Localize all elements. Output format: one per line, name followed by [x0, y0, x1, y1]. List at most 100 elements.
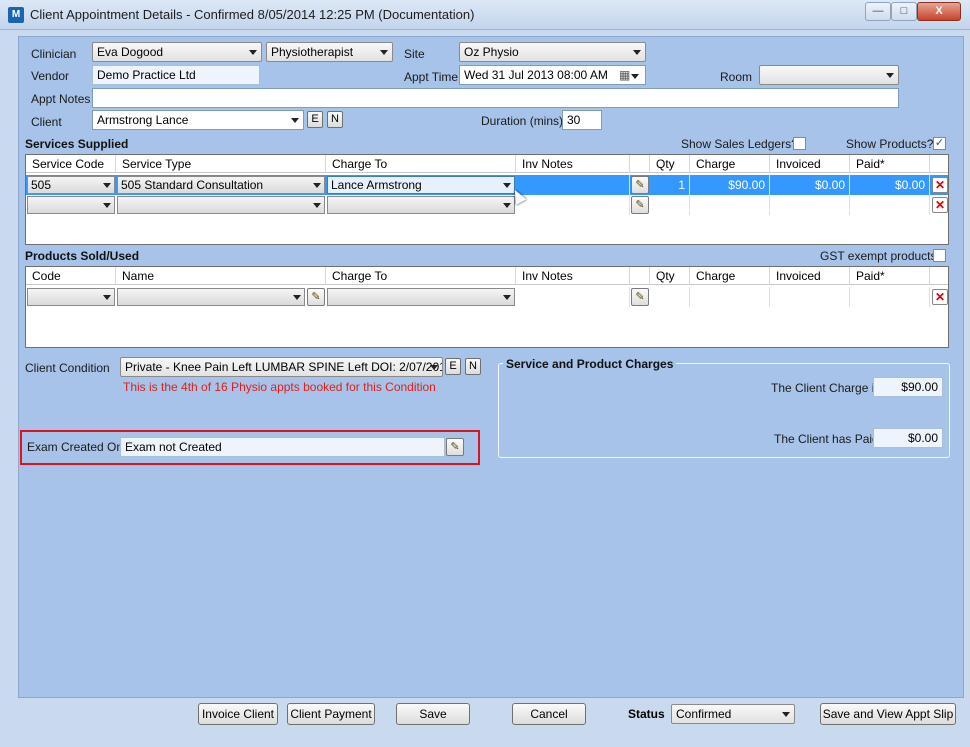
exam-created-label: Exam Created On [27, 440, 124, 454]
col-service-type[interactable]: Service Type [116, 155, 326, 173]
exam-created-field[interactable]: Exam not Created [120, 437, 445, 457]
delete-row-icon[interactable]: ✕ [932, 177, 948, 193]
client-paid-label: The Client has Paid [774, 432, 879, 446]
chevron-down-icon[interactable] [631, 74, 639, 79]
room-select[interactable] [759, 65, 899, 85]
show-sales-ledgers-checkbox[interactable] [793, 137, 806, 150]
charge-cell[interactable] [690, 195, 770, 215]
pencil-icon[interactable]: ✎ [446, 438, 464, 456]
inv-notes-cell[interactable] [516, 195, 630, 215]
pencil-icon[interactable]: ✎ [631, 196, 649, 214]
product-code-select[interactable] [27, 288, 115, 306]
duration-field[interactable]: 30 [562, 110, 602, 130]
invoiced-cell [770, 287, 850, 307]
appt-time-value: Wed 31 Jul 2013 08:00 AM [464, 68, 608, 82]
client-value: Armstrong Lance [97, 113, 189, 127]
cancel-button[interactable]: Cancel [512, 703, 586, 725]
vendor-label: Vendor [31, 69, 70, 83]
services-grid: Service Code Service Type Charge To Inv … [25, 154, 949, 245]
vendor-field[interactable]: Demo Practice Ltd [92, 65, 260, 85]
minimize-button[interactable]: — [865, 2, 891, 21]
invoice-client-button[interactable]: Invoice Client [198, 703, 278, 725]
gst-exempt-label: GST exempt products [820, 249, 937, 263]
inv-notes-cell[interactable] [516, 287, 630, 307]
col-invoiced[interactable]: Invoiced [770, 155, 850, 173]
client-edit-button[interactable]: E [307, 111, 323, 128]
charge-cell[interactable]: $90.00 [690, 175, 770, 195]
status-select[interactable]: Confirmed [671, 704, 795, 724]
pencil-icon[interactable]: ✎ [307, 288, 325, 306]
product-name-select[interactable] [117, 288, 305, 306]
invoiced-cell: $0.00 [770, 175, 850, 195]
pencil-icon[interactable]: ✎ [631, 288, 649, 306]
qty-cell[interactable] [650, 287, 690, 307]
charge-to-select[interactable]: Lance Armstrong [327, 176, 515, 194]
table-row[interactable]: 505 505 Standard Consultation Lance Arms… [26, 175, 948, 195]
gst-exempt-checkbox[interactable] [933, 249, 946, 262]
products-grid: Code Name Charge To Inv Notes Qty Charge… [25, 266, 949, 348]
room-label: Room [720, 70, 753, 84]
services-title: Services Supplied [25, 137, 129, 151]
service-code-select[interactable]: 505 [27, 176, 115, 194]
condition-new-button[interactable]: N [465, 358, 481, 375]
col-name[interactable]: Name [116, 267, 326, 285]
col-invoiced[interactable]: Invoiced [770, 267, 850, 285]
col-edit[interactable] [630, 155, 650, 173]
site-select[interactable]: Oz Physio [459, 42, 646, 62]
col-code[interactable]: Code [26, 267, 116, 285]
pencil-icon[interactable]: ✎ [631, 176, 649, 194]
client-condition-label: Client Condition [25, 361, 110, 375]
col-charge[interactable]: Charge [690, 267, 770, 285]
table-row[interactable]: ✎ ✎ ✕ [26, 287, 948, 307]
charge-to-select[interactable] [327, 288, 515, 306]
service-code-select[interactable] [27, 196, 115, 214]
client-select[interactable]: Armstrong Lance [92, 110, 304, 130]
client-new-button[interactable]: N [327, 111, 343, 128]
col-charge-to[interactable]: Charge To [326, 155, 516, 173]
col-edit[interactable] [630, 267, 650, 285]
show-products-checkbox[interactable]: ✓ [933, 137, 946, 150]
close-button[interactable]: X [917, 2, 961, 21]
charge-cell[interactable] [690, 287, 770, 307]
services-grid-header: Service Code Service Type Charge To Inv … [26, 155, 948, 173]
appt-time-picker[interactable]: Wed 31 Jul 2013 08:00 AM [459, 65, 646, 85]
chevron-down-icon [103, 295, 111, 300]
col-paid[interactable]: Paid* [850, 267, 930, 285]
client-condition-select[interactable]: Private - Knee Pain Left LUMBAR SPINE Le… [120, 357, 443, 377]
maximize-button[interactable]: □ [891, 2, 917, 21]
col-service-code[interactable]: Service Code [26, 155, 116, 173]
paid-cell: $0.00 [850, 175, 930, 195]
condition-edit-button[interactable]: E [445, 358, 461, 375]
col-inv-notes[interactable]: Inv Notes [516, 267, 630, 285]
save-button[interactable]: Save [396, 703, 470, 725]
client-payment-button[interactable]: Client Payment [287, 703, 375, 725]
qty-cell[interactable]: 1 [650, 175, 690, 195]
table-row[interactable]: ✎ ✕ [26, 195, 948, 215]
col-qty[interactable]: Qty [650, 267, 690, 285]
calendar-icon[interactable]: ▦ [619, 68, 630, 82]
save-and-view-appt-slip-button[interactable]: Save and View Appt Slip [820, 703, 956, 725]
col-charge-to[interactable]: Charge To [326, 267, 516, 285]
clinician-select[interactable]: Eva Dogood [92, 42, 262, 62]
site-label: Site [404, 47, 425, 61]
col-qty[interactable]: Qty [650, 155, 690, 173]
qty-cell[interactable] [650, 195, 690, 215]
chevron-down-icon [633, 50, 641, 55]
role-select[interactable]: Physiotherapist [266, 42, 393, 62]
charge-to-select[interactable] [327, 196, 515, 214]
service-type-select[interactable] [117, 196, 325, 214]
chevron-down-icon [293, 295, 301, 300]
col-paid[interactable]: Paid* [850, 155, 930, 173]
client-charge-value: $90.00 [873, 377, 943, 397]
col-inv-notes[interactable]: Inv Notes [516, 155, 630, 173]
inv-notes-cell[interactable] [516, 175, 630, 195]
client-condition-value: Private - Knee Pain Left LUMBAR SPINE Le… [125, 360, 443, 374]
delete-row-icon[interactable]: ✕ [932, 289, 948, 305]
app-icon: M [8, 7, 24, 23]
delete-row-icon[interactable]: ✕ [932, 197, 948, 213]
service-type-select[interactable]: 505 Standard Consultation [117, 176, 325, 194]
appt-notes-field[interactable] [92, 88, 899, 108]
chevron-down-icon [782, 712, 790, 717]
col-charge[interactable]: Charge [690, 155, 770, 173]
chevron-down-icon [313, 203, 321, 208]
